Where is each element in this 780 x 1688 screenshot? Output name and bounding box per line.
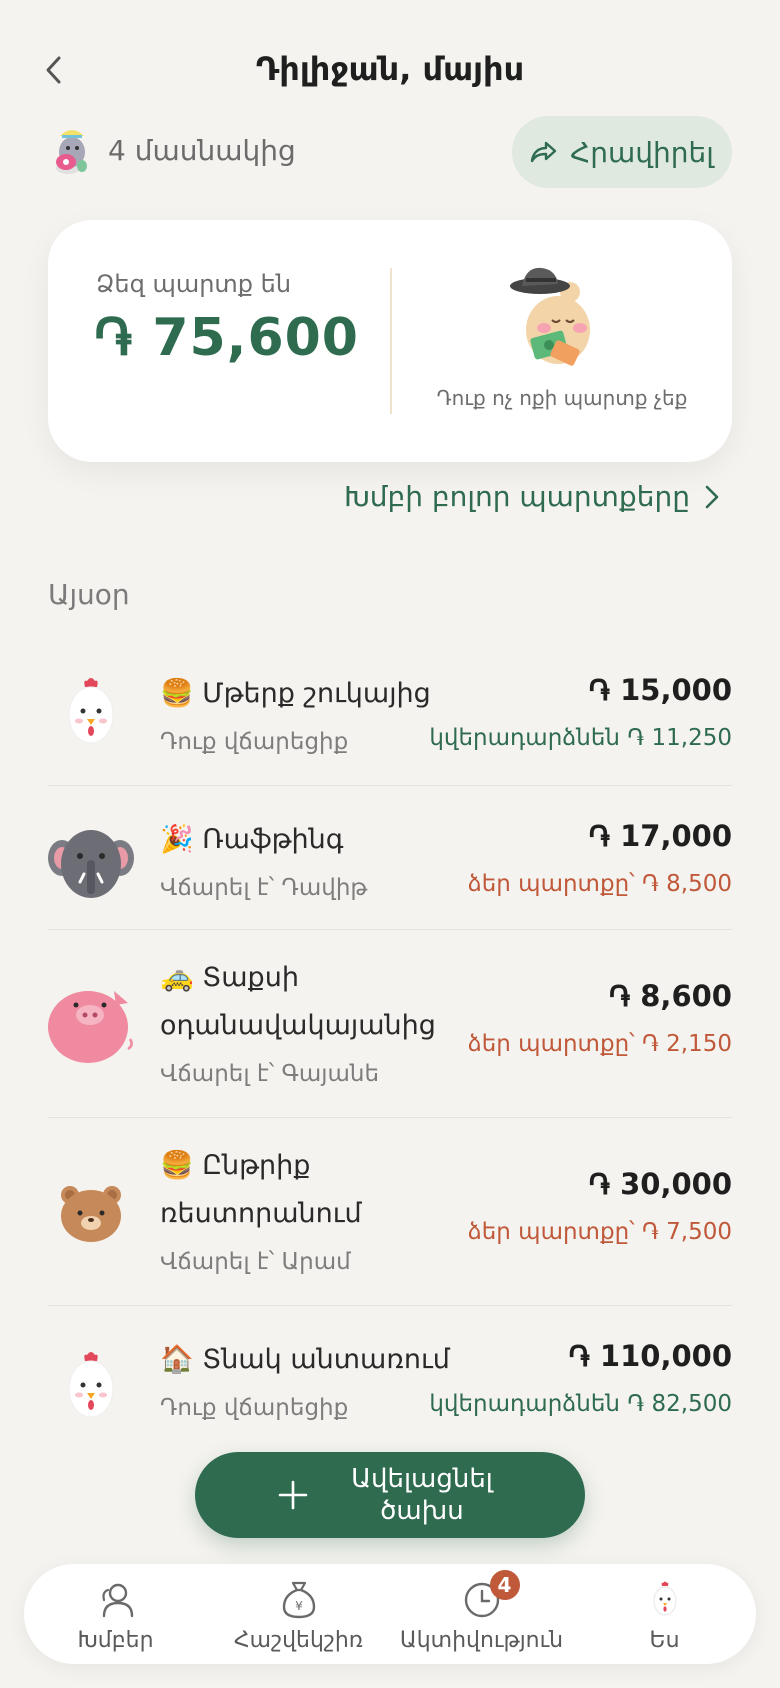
nav-label: Ակտիվություն	[399, 1628, 564, 1653]
avatar	[48, 670, 134, 756]
nav-item-groups[interactable]: Խմբեր	[24, 1564, 207, 1664]
expense-amount: ֏ 17,000	[588, 819, 732, 853]
nav-item-activity[interactable]: 4 Ակտիվություն	[390, 1564, 573, 1664]
people-icon	[94, 1578, 138, 1622]
chevron-right-icon	[705, 485, 719, 508]
no-debt-text: Դուք ոչ ոքի պարտք չեք	[436, 386, 688, 410]
chicken-avatar-icon	[68, 678, 114, 744]
invite-label: Հրավիրել	[570, 135, 714, 169]
elephant-avatar-icon	[48, 830, 134, 898]
expense-amount: ֏ 110,000	[568, 1339, 733, 1373]
all-group-debts-link[interactable]: Խմբի բոլոր պարտքերը	[344, 480, 720, 513]
chicken-avatar-icon	[68, 1352, 114, 1418]
add-expense-button[interactable]: Ավելացնել ծախս	[195, 1452, 585, 1538]
avatar	[48, 1344, 134, 1430]
share-arrow-icon	[530, 141, 557, 163]
expense-payer: Վճարել է՝ Արամ	[160, 1249, 351, 1275]
expense-title: 🚕 Տաքսի օդանավակայանից	[160, 962, 436, 1041]
expense-title: 🎉 Ռաֆթինգ	[160, 824, 344, 855]
plus-icon	[278, 1480, 308, 1510]
nav-label: Խմբեր	[77, 1628, 154, 1653]
expense-row[interactable]: 🍔 Մթերք շուկայից Դուք վճարեցիք ֏ 15,000 …	[48, 640, 732, 786]
expense-row[interactable]: 🍔 Ընթրիք ռեստորանում Վճարել է՝ Արամ ֏ 30…	[48, 1118, 732, 1306]
expense-status: ձեր պարտքը՝ ֏ 7,500	[467, 1219, 732, 1245]
pig-avatar-icon	[48, 991, 133, 1063]
expense-status: կվերադարձնեն ֏ 11,250	[429, 725, 732, 751]
expense-status: ձեր պարտքը՝ ֏ 8,500	[467, 871, 732, 897]
nav-item-me[interactable]: Ես	[573, 1564, 756, 1664]
expense-status: կվերադարձնեն ֏ 82,500	[429, 1391, 732, 1417]
chicken-profile-icon	[643, 1578, 687, 1622]
members-count: 4 մասնակից	[108, 133, 296, 167]
bear-avatar-icon	[61, 1186, 121, 1242]
avatar	[48, 1170, 134, 1256]
avatar	[48, 820, 134, 906]
expense-row[interactable]: 🚕 Տաքսի օդանավակայանից Վճարել է՝ Գայանե …	[48, 930, 732, 1118]
nav-item-balance[interactable]: ¥ Հաշվեկշիռ	[207, 1564, 390, 1664]
all-group-debts-label: Խմբի բոլոր պարտքերը	[343, 480, 690, 513]
money-bag-icon: ¥	[277, 1578, 321, 1622]
expense-amount: ֏ 8,600	[608, 979, 732, 1013]
owed-to-you-amount: ֏ 75,600	[94, 308, 359, 368]
page-title: Դիլիջան, մայիս	[255, 50, 525, 88]
owed-to-you-label: Ձեզ պարտք են	[96, 270, 292, 298]
expense-amount: ֏ 30,000	[588, 1167, 732, 1201]
members-row[interactable]: 4 մասնակից	[48, 124, 296, 176]
bear-with-money-mascot-icon	[510, 267, 590, 366]
bottom-nav: Խմբեր ¥ Հաշվեկշիռ 4 Ակտիվություն Ես	[24, 1564, 756, 1664]
activity-badge: 4	[489, 1570, 520, 1600]
expense-row[interactable]: 🏠 Տնակ անտառում Դուք վճարեցիք ֏ 110,000 …	[48, 1306, 732, 1456]
add-expense-label: Ավելացնել ծախս	[351, 1464, 493, 1526]
nav-label: Հաշվեկշիռ	[233, 1628, 364, 1653]
members-avatar-icon	[56, 130, 87, 174]
expense-payer: Վճարել է՝ Դավիթ	[160, 875, 368, 901]
expense-payer: Վճարել է՝ Գայանե	[160, 1061, 380, 1087]
invite-button[interactable]: Հրավիրել	[512, 116, 732, 188]
expense-row[interactable]: 🎉 Ռաֆթինգ Վճարել է՝ Դավիթ ֏ 17,000 ձեր պ…	[48, 786, 732, 930]
balance-summary-card: Ձեզ պարտք են ֏ 75,600 Դուք ոչ ոքի պարտք …	[48, 220, 732, 462]
expense-title: 🍔 Ընթրիք ռեստորանում	[160, 1150, 362, 1229]
avatar	[48, 982, 134, 1068]
section-label-today: Այսօր	[48, 578, 130, 611]
nav-label: Ես	[649, 1628, 680, 1653]
expense-status: ձեր պարտքը՝ ֏ 2,150	[467, 1031, 732, 1057]
expense-list: 🍔 Մթերք շուկայից Դուք վճարեցիք ֏ 15,000 …	[48, 640, 732, 1456]
expense-amount: ֏ 15,000	[588, 673, 732, 707]
svg-text:¥: ¥	[295, 1599, 303, 1613]
